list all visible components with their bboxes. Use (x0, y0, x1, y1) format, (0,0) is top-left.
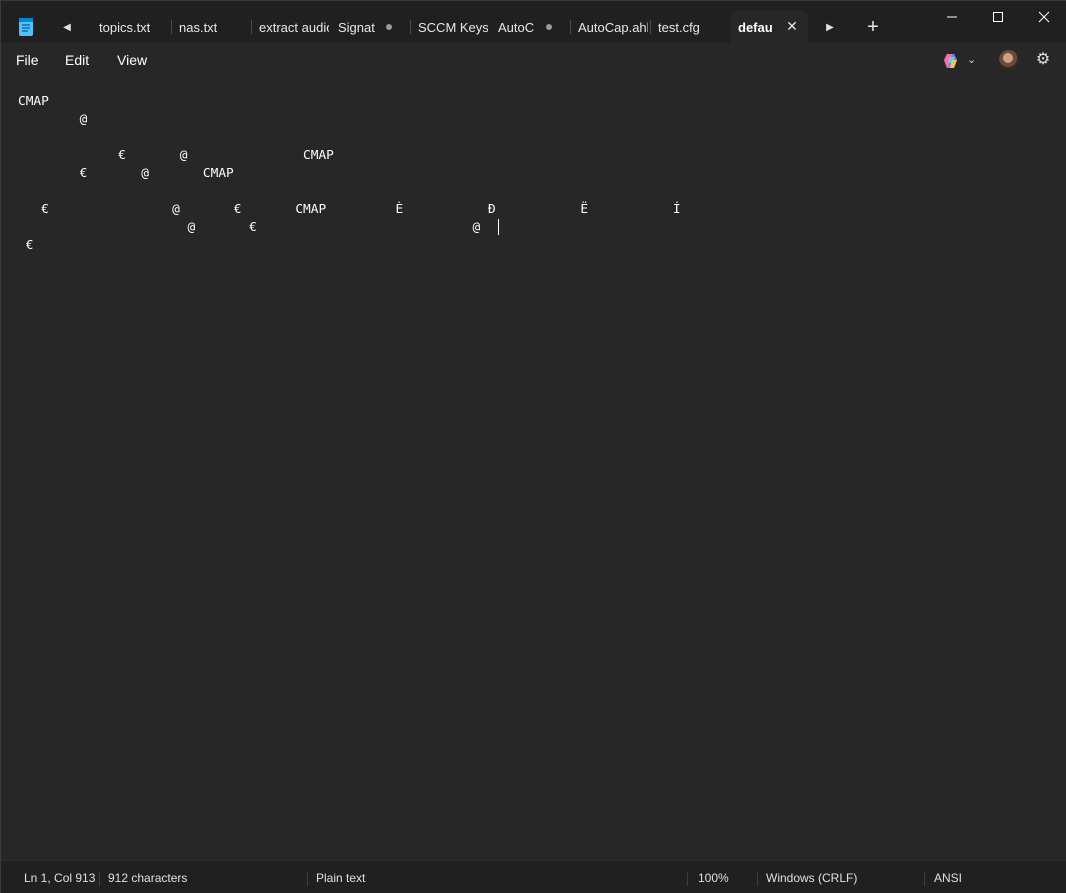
status-bar: Ln 1, Col 913 912 characters Plain text … (1, 860, 1066, 893)
status-divider (757, 872, 758, 886)
encoding[interactable]: ANSI (934, 861, 962, 893)
account-avatar[interactable] (999, 50, 1019, 70)
copilot-icon[interactable] (941, 52, 961, 70)
unsaved-dot-icon (546, 24, 552, 30)
tabs-scroll-left-button[interactable]: ◀ (53, 11, 81, 43)
tab-autocap[interactable]: AutoCap.ahk (570, 11, 650, 43)
tab-separator (570, 20, 571, 34)
tab-nas[interactable]: nas.txt (171, 11, 251, 43)
cursor-position: Ln 1, Col 913 (24, 871, 96, 885)
tab-label: nas.txt (179, 19, 218, 35)
tab-sccm-keys[interactable]: SCCM Keys.t (410, 11, 490, 43)
close-window-button[interactable] (1021, 1, 1066, 33)
editor-line-9: € (18, 238, 342, 253)
title-bar: ◀ topics.txt nas.txt extract audio Signa… (1, 1, 1066, 43)
status-divider (687, 872, 688, 886)
editor-line-2: @ (18, 112, 142, 127)
menu-file[interactable]: File (16, 43, 39, 77)
maximize-button[interactable] (975, 1, 1021, 33)
menu-edit[interactable]: Edit (65, 43, 89, 77)
tab-label: AutoCap.ahk (578, 19, 648, 35)
unsaved-dot-icon (386, 24, 392, 30)
tab-label: SCCM Keys.t (418, 19, 488, 35)
tab-autoc[interactable]: AutoC (490, 11, 570, 43)
tab-test-cfg[interactable]: test.cfg (650, 11, 730, 43)
text-editor-area[interactable]: CMAP @ € @ CMAP € @ CMAP € @ € CMAP È Ð … (1, 77, 1066, 860)
character-count: 912 characters (108, 871, 188, 885)
status-divider (99, 872, 100, 886)
editor-line-4: € @ CMAP (18, 148, 365, 163)
editor-line-3 (18, 129, 334, 147)
editor-line-7: € @ € CMAP È Ð Ë Í (18, 202, 681, 217)
close-icon (1038, 11, 1050, 23)
editor-line-6 (18, 183, 396, 201)
status-divider (307, 872, 308, 886)
settings-gear-icon[interactable]: ⚙ (1034, 51, 1052, 69)
tab-label: test.cfg (658, 19, 700, 35)
tab-topics[interactable]: topics.txt (91, 11, 171, 43)
caret-right-icon: ▶ (826, 21, 834, 33)
tab-label: topics.txt (99, 19, 151, 35)
tab-default-active[interactable]: defau ✕ (730, 11, 808, 43)
new-tab-button[interactable]: + (859, 13, 887, 41)
tab-separator (251, 20, 252, 34)
tab-label: defau (738, 19, 773, 35)
status-divider (924, 872, 925, 886)
editor-line-8: @ € @ (18, 220, 481, 235)
caret-left-icon: ◀ (63, 21, 71, 33)
file-format: Plain text (316, 871, 366, 885)
zoom-level[interactable]: 100% (698, 861, 729, 893)
line-ending[interactable]: Windows (CRLF) (766, 861, 857, 893)
copilot-dropdown-chevron-icon[interactable]: ⌄ (967, 53, 976, 66)
text-cursor (498, 219, 499, 235)
tab-separator (410, 20, 411, 34)
editor-line-5: € @ CMAP (18, 166, 512, 181)
plus-icon: + (867, 16, 879, 38)
editor-line-1: CMAP (18, 94, 65, 109)
maximize-icon (993, 12, 1003, 22)
notepad-window: ◀ topics.txt nas.txt extract audio Signa… (0, 0, 1066, 893)
tab-signat[interactable]: Signat (330, 11, 410, 43)
menu-bar: File Edit View ⌄ ⚙ (1, 43, 1066, 77)
tab-extract-audio[interactable]: extract audio (251, 11, 331, 43)
notepad-app-icon (19, 18, 33, 36)
minimize-icon (947, 16, 957, 18)
tab-separator (171, 20, 172, 34)
close-tab-icon[interactable]: ✕ (785, 19, 799, 33)
menu-view[interactable]: View (117, 43, 147, 77)
tab-separator (650, 20, 651, 34)
tab-label: extract audio (259, 19, 329, 35)
minimize-button[interactable] (929, 1, 975, 33)
tabs-scroll-right-button[interactable]: ▶ (816, 11, 844, 43)
